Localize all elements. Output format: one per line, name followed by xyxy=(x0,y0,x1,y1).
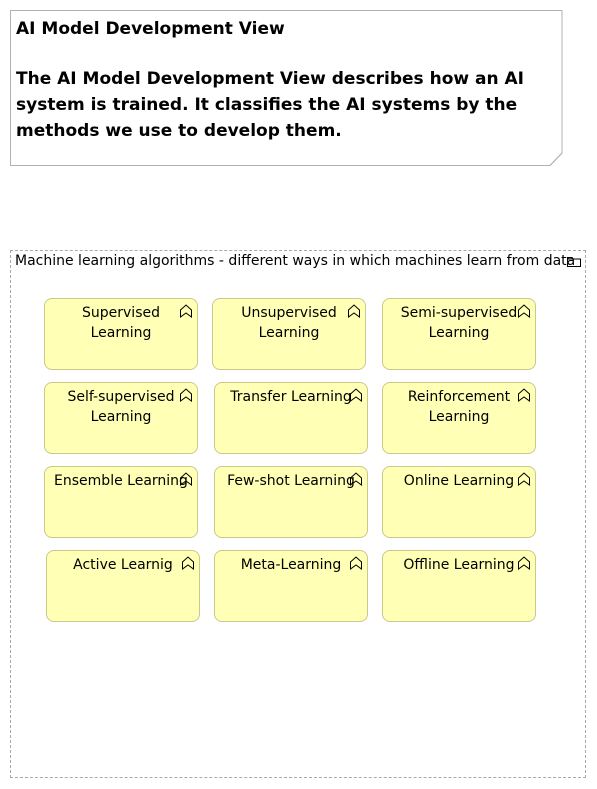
function-ensemble-learning[interactable]: Ensemble Learning xyxy=(44,466,198,538)
function-icon xyxy=(180,388,192,402)
function-icon xyxy=(180,472,192,486)
function-label: Online Learning xyxy=(403,473,515,489)
function-label: Ensemble Learning xyxy=(54,473,188,489)
function-label: Active Learnig xyxy=(73,557,173,573)
note-title: AI Model Development View xyxy=(16,19,285,39)
function-offline-learning[interactable]: Offline Learning xyxy=(382,550,536,622)
function-label: Few-shot Learning xyxy=(227,473,355,489)
function-self-supervised-learning[interactable]: Self-supervised Learning xyxy=(44,382,198,454)
function-label: Supervised Learning xyxy=(82,305,160,341)
function-few-shot-learning[interactable]: Few-shot Learning xyxy=(214,466,368,538)
function-icon xyxy=(518,304,530,318)
folder-icon xyxy=(567,257,581,267)
function-icon xyxy=(350,472,362,486)
function-supervised-learning[interactable]: Supervised Learning xyxy=(44,298,198,370)
function-label: Semi-supervised Learning xyxy=(400,305,518,341)
group-label: Machine learning algorithms - different … xyxy=(15,253,576,269)
function-label: Reinforcement Learning xyxy=(407,389,511,425)
function-label: Transfer Learning xyxy=(230,389,352,405)
function-label: Offline Learning xyxy=(403,557,515,573)
function-active-learnig[interactable]: Active Learnig xyxy=(46,550,200,622)
function-icon xyxy=(180,304,192,318)
function-icon xyxy=(348,304,360,318)
function-transfer-learning[interactable]: Transfer Learning xyxy=(214,382,368,454)
function-icon xyxy=(182,556,194,570)
function-icon xyxy=(518,388,530,402)
function-unsupervised-learning[interactable]: Unsupervised Learning xyxy=(212,298,366,370)
function-icon xyxy=(518,556,530,570)
function-meta-learning[interactable]: Meta-Learning xyxy=(214,550,368,622)
function-icon xyxy=(350,388,362,402)
function-label: Self-supervised Learning xyxy=(67,389,175,425)
view-description-note[interactable]: AI Model Development View The AI Model D… xyxy=(10,10,563,166)
function-label: Unsupervised Learning xyxy=(241,305,337,341)
function-semi-supervised-learning[interactable]: Semi-supervised Learning xyxy=(382,298,536,370)
function-label: Meta-Learning xyxy=(240,557,342,573)
note-description: The AI Model Development View describes … xyxy=(16,69,524,141)
function-reinforcement-learning[interactable]: Reinforcement Learning xyxy=(382,382,536,454)
function-icon xyxy=(518,472,530,486)
function-icon xyxy=(350,556,362,570)
function-online-learning[interactable]: Online Learning xyxy=(382,466,536,538)
